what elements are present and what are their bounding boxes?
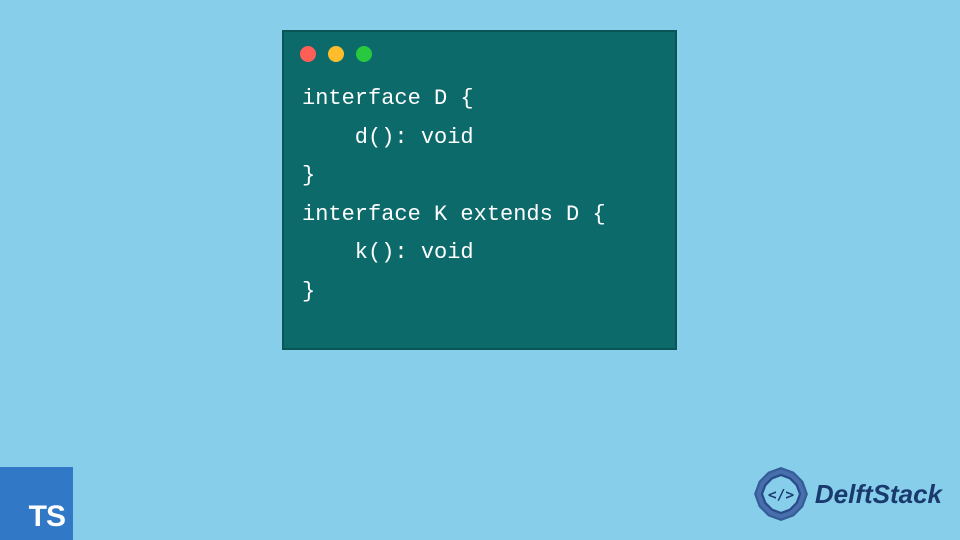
code-content: interface D { d(): void } interface K ex…: [284, 70, 675, 321]
delftstack-logo: </> DelftStack: [753, 466, 942, 522]
typescript-badge-label: TS: [29, 500, 65, 534]
svg-text:</>: </>: [768, 487, 795, 504]
window-maximize-dot: [356, 46, 372, 62]
typescript-badge: TS: [0, 467, 73, 540]
delftstack-logo-text: DelftStack: [815, 479, 942, 510]
code-window: interface D { d(): void } interface K ex…: [282, 30, 677, 350]
window-controls: [284, 32, 675, 70]
delftstack-gear-icon: </>: [753, 466, 809, 522]
window-minimize-dot: [328, 46, 344, 62]
window-close-dot: [300, 46, 316, 62]
